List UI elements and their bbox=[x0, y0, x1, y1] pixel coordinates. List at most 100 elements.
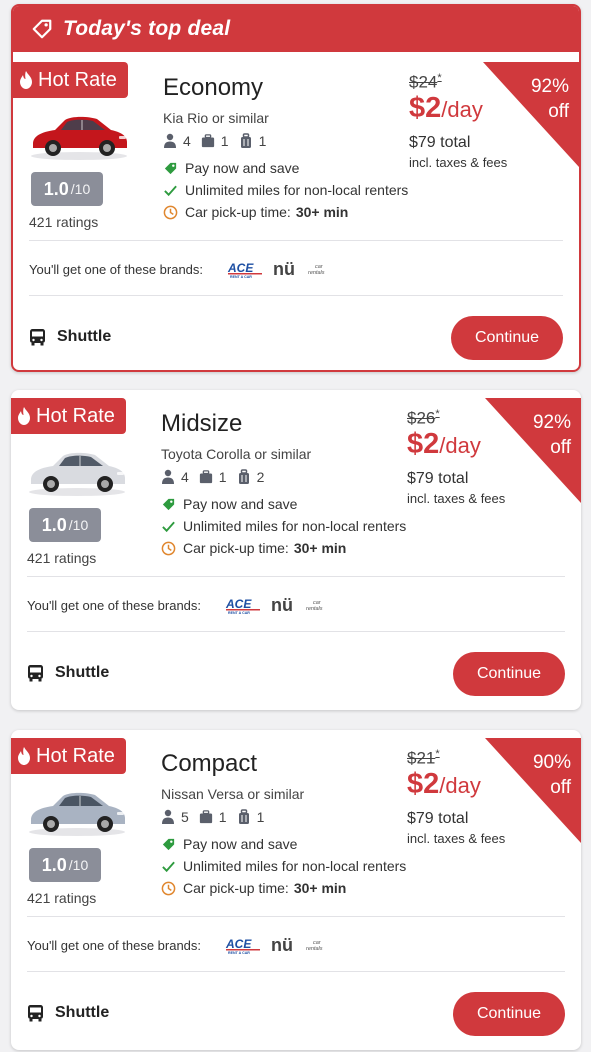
passenger-count: 5 bbox=[181, 809, 189, 825]
car-offer: Hot Rate 92% off 1.0 /10 421 ratings Mid… bbox=[11, 398, 581, 708]
car-specs: 4 1 2 bbox=[161, 466, 274, 488]
small-bag-count: 1 bbox=[256, 809, 265, 825]
original-price: $26* bbox=[407, 408, 440, 429]
divider bbox=[27, 916, 565, 917]
nu-logo-text: nü bbox=[273, 260, 295, 278]
large-bag-icon bbox=[201, 134, 214, 148]
passenger-count: 4 bbox=[183, 133, 191, 149]
score-badge: 1.0 /10 bbox=[31, 172, 103, 206]
feature-pay-now: Pay now and save bbox=[161, 496, 297, 512]
bus-icon bbox=[30, 329, 45, 346]
nu-logo-rentals: rentals bbox=[306, 606, 323, 612]
continue-button[interactable]: Continue bbox=[453, 992, 565, 1036]
person-icon bbox=[164, 133, 176, 148]
ace-logo-subtext: RENT A CAR bbox=[228, 951, 250, 955]
feature-unlimited-miles: Unlimited miles for non-local renters bbox=[161, 858, 406, 874]
feature-unlimited-miles-text: Unlimited miles for non-local renters bbox=[185, 182, 409, 198]
continue-button[interactable]: Continue bbox=[453, 652, 565, 696]
divider bbox=[27, 576, 565, 577]
feature-unlimited-miles-text: Unlimited miles for non-local renters bbox=[183, 858, 407, 874]
flame-icon bbox=[18, 747, 30, 765]
green-tag-icon bbox=[162, 498, 175, 510]
daily-price-unit: /day bbox=[441, 97, 483, 122]
discount-off: off bbox=[550, 437, 571, 458]
taxes-note: incl. taxes & fees bbox=[409, 155, 508, 170]
score-value: 1.0 bbox=[41, 854, 67, 875]
brands-label: You'll get one of these brands: bbox=[27, 598, 202, 613]
car-class-title: Midsize bbox=[161, 410, 243, 437]
score-max: /10 bbox=[68, 857, 89, 873]
ace-logo-text: ACE bbox=[225, 597, 252, 611]
large-bag-icon bbox=[199, 470, 212, 484]
daily-price-amount: $2 bbox=[407, 768, 440, 800]
car-specs: 5 1 1 bbox=[161, 806, 274, 828]
feature-pickup-time: Car pick-up time: 30+ min bbox=[163, 204, 348, 220]
car-offer: Hot Rate 92% off 1.0 /10 421 ratings Eco… bbox=[13, 62, 579, 370]
score-max: /10 bbox=[70, 181, 91, 197]
bus-icon bbox=[28, 665, 43, 682]
shuttle-info: Shuttle bbox=[29, 328, 111, 346]
discount-percent: 92% bbox=[532, 412, 571, 433]
score-value: 1.0 bbox=[41, 514, 67, 535]
nu-car-rentals-logo: nü car rentals bbox=[271, 936, 323, 954]
car-specs: 4 1 1 bbox=[163, 130, 276, 152]
top-deal-title: Today's top deal bbox=[63, 17, 231, 40]
small-bag-count: 2 bbox=[256, 469, 265, 485]
feature-pickup-label: Car pick-up time: bbox=[183, 540, 289, 556]
original-price-value: $24 bbox=[409, 72, 438, 92]
continue-button[interactable]: Continue bbox=[451, 316, 563, 360]
car-offer-card: Hot Rate 92% off 1.0 /10 421 ratings Mid… bbox=[11, 390, 581, 710]
feature-pay-now: Pay now and save bbox=[163, 160, 299, 176]
car-class-title: Economy bbox=[163, 74, 264, 101]
car-image bbox=[29, 452, 125, 496]
taxes-note: incl. taxes & fees bbox=[407, 831, 506, 846]
brands-label: You'll get one of these brands: bbox=[27, 938, 202, 953]
passenger-count: 4 bbox=[181, 469, 189, 485]
ace-logo-text: ACE bbox=[225, 937, 252, 951]
ace-logo: ACE RENT A CAR bbox=[225, 597, 260, 615]
nu-car-rentals-logo: nü car rentals bbox=[271, 596, 323, 614]
hot-rate-badge: Hot Rate bbox=[11, 738, 126, 774]
original-price-value: $21 bbox=[407, 748, 436, 768]
flame-icon bbox=[20, 71, 32, 89]
hot-rate-label: Hot Rate bbox=[38, 68, 117, 91]
score-max: /10 bbox=[68, 517, 89, 533]
feature-pay-now-text: Pay now and save bbox=[183, 836, 298, 852]
large-bag-count: 1 bbox=[218, 809, 227, 825]
check-icon bbox=[164, 185, 177, 196]
car-image bbox=[29, 792, 125, 836]
original-price-value: $26 bbox=[407, 408, 436, 428]
nu-logo-rentals: rentals bbox=[306, 946, 323, 952]
car-image bbox=[31, 116, 127, 160]
feature-pickup-label: Car pick-up time: bbox=[185, 204, 291, 220]
original-price: $21* bbox=[407, 748, 440, 769]
ace-logo: ACE RENT A CAR bbox=[225, 937, 260, 955]
car-offer: Hot Rate 90% off 1.0 /10 421 ratings Com… bbox=[11, 738, 581, 1048]
ratings-count: 421 ratings bbox=[27, 890, 97, 906]
shuttle-info: Shuttle bbox=[27, 664, 109, 682]
nu-logo-rentals: rentals bbox=[308, 270, 325, 276]
feature-pay-now: Pay now and save bbox=[161, 836, 297, 852]
divider bbox=[29, 240, 563, 241]
original-price-mark: * bbox=[435, 408, 440, 420]
discount-label: 92% off bbox=[533, 410, 571, 460]
car-offer-card: Hot Rate 90% off 1.0 /10 421 ratings Com… bbox=[11, 730, 581, 1050]
ratings-count: 421 ratings bbox=[29, 214, 99, 230]
nu-logo-text: nü bbox=[271, 596, 293, 614]
feature-pickup-time: Car pick-up time: 30+ min bbox=[161, 540, 346, 556]
daily-price-amount: $2 bbox=[409, 92, 442, 124]
daily-price: $2/day bbox=[409, 92, 483, 125]
large-bag-count: 1 bbox=[220, 133, 229, 149]
green-tag-icon bbox=[164, 162, 177, 174]
feature-unlimited-miles: Unlimited miles for non-local renters bbox=[161, 518, 406, 534]
daily-price: $2/day bbox=[407, 428, 481, 461]
shuttle-label: Shuttle bbox=[57, 328, 112, 345]
score-value: 1.0 bbox=[43, 178, 69, 199]
feature-pickup-value: 30+ min bbox=[295, 204, 349, 220]
ace-logo: ACE RENT A CAR bbox=[227, 261, 262, 279]
flame-icon bbox=[18, 407, 30, 425]
discount-label: 90% off bbox=[533, 750, 571, 800]
divider bbox=[29, 295, 563, 296]
daily-price-unit: /day bbox=[439, 433, 481, 458]
divider bbox=[27, 631, 565, 632]
